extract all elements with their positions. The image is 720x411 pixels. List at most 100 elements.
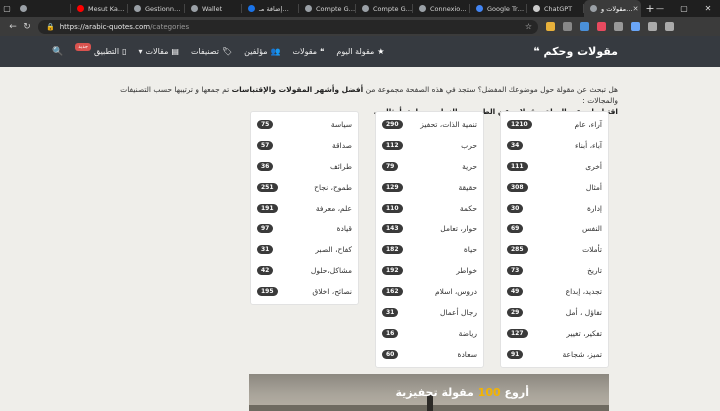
browser-tab[interactable]: إضافة مـ… bbox=[242, 0, 299, 17]
banner-title-number: 100 bbox=[477, 386, 501, 399]
tag-icon: 🏷 bbox=[221, 47, 233, 56]
category-item[interactable]: تاريخ 73 bbox=[507, 260, 602, 281]
category-count-badge: 110 bbox=[382, 203, 403, 213]
category-item[interactable]: النفس 69 bbox=[507, 218, 602, 239]
category-count-badge: 30 bbox=[507, 203, 524, 213]
extension-icon[interactable] bbox=[665, 22, 674, 31]
category-count-badge: 36 bbox=[257, 161, 274, 171]
category-count-badge: 91 bbox=[507, 349, 524, 359]
category-item[interactable]: حقيقة 129 bbox=[382, 177, 477, 198]
category-item[interactable]: آراء، عام 1210 bbox=[507, 114, 602, 135]
category-item[interactable]: علم، معرفة 191 bbox=[257, 198, 352, 219]
browser-tab[interactable]: مقولات و… ✕ bbox=[584, 0, 641, 17]
minimize-icon[interactable]: — bbox=[648, 0, 672, 17]
category-item[interactable]: حياة 182 bbox=[382, 239, 477, 260]
nav-item-newspaper[interactable]: ▤ مقالات ▾ bbox=[139, 47, 179, 56]
category-item[interactable]: طرائف 36 bbox=[257, 156, 352, 177]
tab-favicon-icon bbox=[134, 5, 141, 12]
url-bar[interactable]: 🔒 https://arabic-quotes.com/categories ☆ bbox=[38, 19, 538, 34]
browser-tab[interactable]: Wallet bbox=[185, 0, 242, 17]
category-item[interactable]: حرية 79 bbox=[382, 156, 477, 177]
browser-tab[interactable]: Compte G… bbox=[356, 0, 413, 17]
browser-tab[interactable]: Connexio… bbox=[413, 0, 470, 17]
extension-icon[interactable] bbox=[648, 22, 657, 31]
banner-title: أروع 100 مقولة تحفيزية bbox=[396, 386, 530, 399]
tab-actions-icon[interactable]: ▢ bbox=[0, 0, 14, 17]
category-name: تاريخ bbox=[587, 266, 602, 276]
extension-icon[interactable] bbox=[614, 22, 623, 31]
tab-label: Connexio… bbox=[430, 4, 467, 13]
category-item[interactable]: إدارة 30 bbox=[507, 198, 602, 219]
extension-icon[interactable] bbox=[580, 22, 589, 31]
window-controls: — ▢ ✕ bbox=[648, 0, 720, 17]
dropdown-caret-icon: ▾ bbox=[138, 47, 143, 56]
motivational-banner[interactable]: أروع 100 مقولة تحفيزية bbox=[249, 374, 609, 411]
category-name: إدارة bbox=[586, 203, 602, 213]
category-item[interactable]: آباء، أبناء 34 bbox=[507, 135, 602, 156]
category-item[interactable]: دروس، اسلام 162 bbox=[382, 281, 477, 302]
browser-tab[interactable]: Mesut Ka… bbox=[71, 0, 128, 17]
category-item[interactable]: نصائح، اخلاق 195 bbox=[257, 281, 352, 302]
category-item[interactable]: سياسة 75 bbox=[257, 114, 352, 135]
nav-item-tag[interactable]: 🏷 تصنيفات bbox=[191, 47, 232, 56]
category-item[interactable]: حوار، تعامل 143 bbox=[382, 218, 477, 239]
category-name: كفاح، الصبر bbox=[315, 245, 352, 255]
category-name: رجال أعمال bbox=[439, 307, 477, 317]
browser-tab[interactable]: ChatGPT bbox=[527, 0, 584, 17]
nav-item-quote[interactable]: ❝ مقولات bbox=[293, 47, 325, 56]
mobile-icon: ▯ bbox=[122, 47, 127, 56]
browser-tab[interactable]: Gestionn… bbox=[128, 0, 185, 17]
extension-icon[interactable] bbox=[631, 22, 640, 31]
category-item[interactable]: حرب 112 bbox=[382, 135, 477, 156]
nav-item-label: مؤلفين bbox=[244, 47, 268, 56]
maximize-icon[interactable]: ▢ bbox=[672, 0, 696, 17]
nav-item-star[interactable]: ★ مقولة اليوم bbox=[336, 47, 384, 56]
category-item[interactable]: تنمية الذات، تحفيز 290 bbox=[382, 114, 477, 135]
category-item[interactable]: تفاؤل ، أمل 29 bbox=[507, 302, 602, 323]
nav-item-mobile[interactable]: ▯ التطبيق جديد bbox=[75, 42, 127, 56]
tab-favicon-icon bbox=[305, 5, 312, 12]
category-item[interactable]: أخرى 111 bbox=[507, 156, 602, 177]
category-item[interactable]: قيادة 97 bbox=[257, 218, 352, 239]
lock-icon[interactable]: 🔒 bbox=[46, 23, 55, 31]
browser-tab[interactable]: Compte G… bbox=[299, 0, 356, 17]
category-count-badge: 191 bbox=[257, 203, 278, 213]
close-window-icon[interactable]: ✕ bbox=[696, 0, 720, 17]
search-icon[interactable]: 🔍 bbox=[52, 47, 63, 57]
category-name: دروس، اسلام bbox=[434, 287, 477, 297]
bookmark-star-icon[interactable]: ☆ bbox=[525, 22, 532, 31]
category-item[interactable]: تجديد، إبداع 49 bbox=[507, 281, 602, 302]
tab-favicon-icon bbox=[590, 5, 597, 12]
category-item[interactable]: حكمة 110 bbox=[382, 198, 477, 219]
banner-title-post: مقولة تحفيزية bbox=[395, 386, 474, 399]
browser-tab[interactable]: Google Tr… bbox=[470, 0, 527, 17]
category-item[interactable]: رياضة 16 bbox=[382, 323, 477, 344]
nav-item-label: مقولات bbox=[292, 47, 318, 56]
category-item[interactable]: تميز، شجاعة 91 bbox=[507, 344, 602, 365]
category-item[interactable]: سعادة 60 bbox=[382, 344, 477, 365]
extensions-area bbox=[546, 22, 674, 31]
category-item[interactable]: أمثال 308 bbox=[507, 177, 602, 198]
site-brand[interactable]: ❝ مقولات وحكم bbox=[533, 36, 618, 67]
category-item[interactable]: تأملات 285 bbox=[507, 239, 602, 260]
extension-icon[interactable] bbox=[563, 22, 572, 31]
close-tab-icon[interactable]: ✕ bbox=[633, 5, 639, 13]
category-count-badge: 182 bbox=[382, 245, 403, 255]
category-name: آراء، عام bbox=[574, 119, 602, 129]
intro-highlight: أفضل وأشهر المقولات والإقتباسات bbox=[231, 85, 364, 94]
nav-item-users[interactable]: 👥 مؤلفين bbox=[244, 47, 280, 56]
category-item[interactable]: طموح، نجاح 251 bbox=[257, 177, 352, 198]
extension-icon[interactable] bbox=[546, 22, 555, 31]
refresh-icon[interactable]: ↻ bbox=[20, 22, 34, 32]
category-item[interactable]: رجال أعمال 31 bbox=[382, 302, 477, 323]
category-name: تجديد، إبداع bbox=[565, 287, 602, 297]
back-icon[interactable]: ← bbox=[6, 22, 20, 32]
category-item[interactable]: مشاكل،حلول 42 bbox=[257, 260, 352, 281]
extension-icon[interactable] bbox=[597, 22, 606, 31]
category-item[interactable]: صداقة 57 bbox=[257, 135, 352, 156]
category-item[interactable]: كفاح، الصبر 31 bbox=[257, 239, 352, 260]
category-item[interactable]: تفكير، تغيير 127 bbox=[507, 323, 602, 344]
browser-tab[interactable] bbox=[14, 0, 71, 17]
quote-icon: ❝ bbox=[320, 47, 325, 56]
category-item[interactable]: خواطر 192 bbox=[382, 260, 477, 281]
